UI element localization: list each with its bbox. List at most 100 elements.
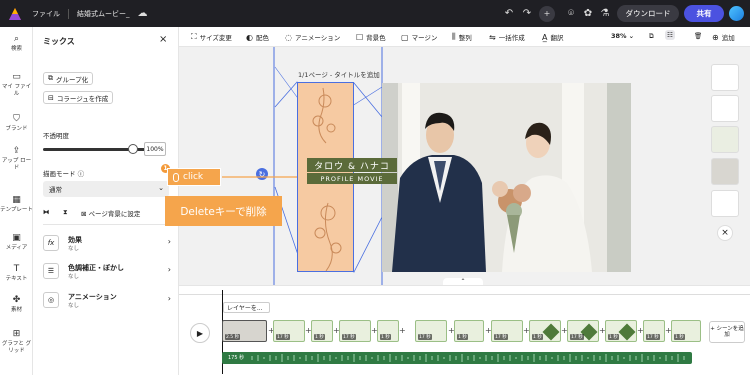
opacity-slider-knob[interactable] [128,144,138,154]
left-rail: ⌕ 検索 ▭ マイ ファイル ⛉ ブランド ⇪ アップ ロード ▦ テンプレート ▣ メディ… [0,27,33,375]
translate-icon: A̲ [542,32,548,42]
animation-icon: ◎ [43,292,59,308]
collage-button[interactable]: ⊟ コラージュを作成 [43,91,114,104]
template-icon: ▦ [12,195,21,205]
add-scene-button[interactable]: + シーンを追加 [709,321,745,343]
flask-icon[interactable]: ⚗ [596,8,614,19]
flip-horizontal-icon[interactable]: ⧓ [43,208,50,216]
animation-row[interactable]: ◎ アニメーション なし › [43,291,171,315]
rail-item-brand[interactable]: ⛉ ブランド [0,114,33,133]
info-icon[interactable]: ⓘ [78,170,85,178]
rail-item-templates[interactable]: ▦ テンプレート [0,195,33,214]
file-menu[interactable]: ファイル [32,9,60,19]
canvas-area[interactable]: 1/1ページ - タイトルを追加 タロウ & ハナコ PROFILE MOVIE… [179,47,750,285]
subtitle-text[interactable]: PROFILE MOVIE [307,173,397,184]
adjust-icon: ☰ [43,263,59,279]
redo-icon[interactable]: ↷ [518,8,536,19]
rail-item-elements[interactable]: ✤ 素材 [0,295,33,314]
rail-item-media[interactable]: ▣ メディア [0,233,33,252]
scene-thumbnail[interactable]: 1 秒 [454,320,484,342]
plus-circle-icon: ⊕ [712,32,719,42]
resize-icon: ⛶ [191,32,197,41]
color-button[interactable]: ◐ 配色 [246,32,269,43]
add-page-button[interactable]: ⊕ 追加 [712,32,735,43]
background-color-button[interactable]: ☐ 背景色 [356,32,386,43]
scene-thumbnail[interactable]: 17 秒 [491,320,523,342]
audio-track[interactable]: 175 秒 [222,352,692,364]
background-color-icon: ☐ [356,32,364,42]
scene-thumbnail[interactable]: 2.5 秒 [222,320,267,342]
scene-thumbnail[interactable]: 17 秒 [273,320,305,342]
scene-thumbnail[interactable]: 17 秒 [415,320,447,342]
upload-icon: ⇪ [12,146,21,156]
trash-icon[interactable]: 🗑 [694,32,702,40]
top-bar: ファイル 結婚式ムービー_ ☁ ↶ ↷ + ⌾ ✿ ⚗ ダウンロード 共有 [0,0,750,27]
rail-item-my-files[interactable]: ▭ マイ ファイル [0,72,33,98]
play-button[interactable]: ▶ [190,323,210,343]
avatar[interactable] [729,6,744,21]
color-adjust-row[interactable]: ☰ 色調補正・ぼかし なし › [43,262,171,286]
scene-thumbnail[interactable]: 1 秒 [671,320,701,342]
resize-button[interactable]: ⛶ サイズ変更 [191,32,232,42]
close-thumbnails-icon[interactable]: × [717,225,733,241]
project-title[interactable]: 結婚式ムービー_ [77,9,130,19]
close-icon[interactable]: × [159,34,167,45]
share-button[interactable]: 共有 [684,5,724,22]
media-icon: ▣ [12,233,21,243]
rail-item-charts-grids[interactable]: ⊞ グラフと グリッド [0,329,33,355]
margin-icon: ▢ [401,32,409,42]
opacity-value-input[interactable]: 100% [144,142,166,156]
page-background-button[interactable]: ⊠ ページ背景に設定 [81,208,140,218]
scene-thumbnail[interactable]: 1 秒 [377,320,399,342]
margin-button[interactable]: ▢ マージン [401,32,437,43]
app-logo-icon[interactable] [8,7,22,21]
rail-item-text[interactable]: T テキスト [0,264,33,283]
blend-mode-select[interactable]: 通常 ⌄ [43,181,169,197]
couple-illustration [382,83,631,272]
page-thumbnail[interactable] [711,190,739,217]
rail-item-upload[interactable]: ⇪ アップ ロード [0,146,33,172]
undo-icon[interactable]: ↶ [500,8,518,19]
batch-create-button[interactable]: ⇋ 一括作成 [489,32,525,43]
batch-icon: ⇋ [489,32,496,42]
add-transition-icon[interactable]: + [399,326,406,335]
layers-icon[interactable]: ☷ [665,30,675,40]
audio-waveform [251,354,685,362]
rotate-icon[interactable]: ↻ [256,168,268,180]
opacity-label: 不透明度 [43,132,69,140]
page-thumbnail[interactable] [711,64,739,91]
page-thumbnail[interactable] [711,158,739,185]
translate-button[interactable]: A̲ 翻訳 [542,32,563,43]
scene-thumbnail[interactable]: 17 秒 [643,320,665,342]
align-button[interactable]: ⫼ 整列 [452,32,472,42]
collapse-timeline-icon[interactable]: ⌃ [443,278,483,285]
download-button[interactable]: ダウンロード [617,5,679,22]
invite-user-icon[interactable]: + [539,5,555,22]
mix-panel: ミックス × ⧉ グループ化 ⊟ コラージュを作成 不透明度 100% 描画モード … [33,27,179,375]
flip-vertical-icon[interactable]: ⧗ [63,208,68,217]
scene-thumbnail[interactable]: 1 秒 [529,320,561,342]
text-icon: T [13,264,20,274]
delete-instruction: Deleteキーで削除 [165,196,282,226]
scene-thumbnail[interactable]: 1 秒 [605,320,637,342]
layer-chip[interactable]: レイヤーを... [223,302,270,313]
scene-thumbnail[interactable]: 17 秒 [567,320,599,342]
location-icon[interactable]: ⌾ [562,8,580,19]
effects-row[interactable]: fx 効果 なし › [43,234,171,258]
group-button[interactable]: ⧉ グループ化 [43,72,94,85]
animation-button[interactable]: ◌ アニメーション [285,32,340,43]
wedding-photo[interactable] [382,83,631,272]
elements-icon: ✤ [12,295,21,305]
title-text[interactable]: タロウ & ハナコ [307,158,397,172]
zoom-select[interactable]: 38% ⌄ [611,32,634,40]
idea-icon[interactable]: ✿ [579,8,597,19]
rail-item-search[interactable]: ⌕ 検索 [0,34,33,53]
timeline-ruler[interactable] [179,290,750,295]
page-thumbnail[interactable] [711,95,739,122]
scene-thumbnail[interactable]: 17 秒 [339,320,371,342]
page-thumbnail[interactable] [711,126,739,153]
divider [43,224,169,225]
copy-icon[interactable]: ⧉ [649,32,654,41]
align-icon: ⫼ [452,32,456,41]
scene-thumbnail[interactable]: 1 秒 [311,320,333,342]
